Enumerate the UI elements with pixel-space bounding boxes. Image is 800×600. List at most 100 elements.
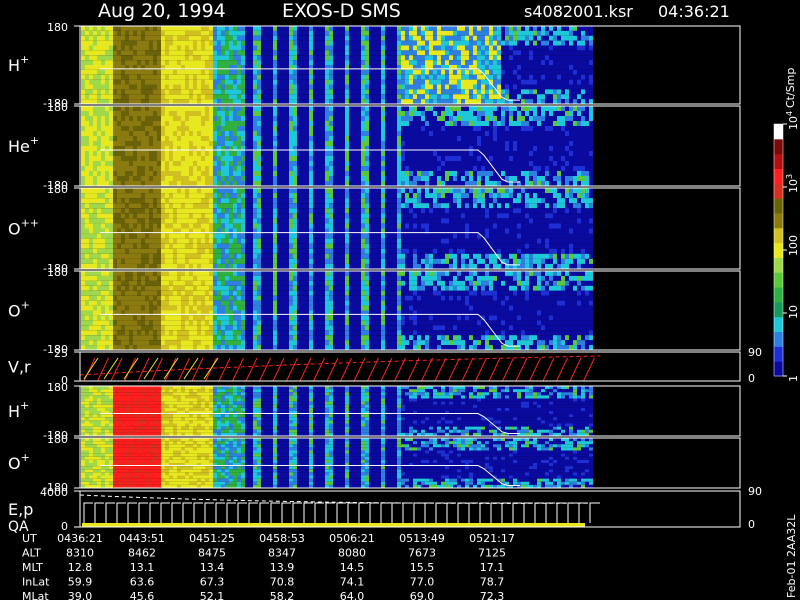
heatmap-cell bbox=[325, 89, 329, 95]
heatmap-cell bbox=[153, 69, 157, 75]
heatmap-cell bbox=[137, 30, 141, 36]
heatmap-cell bbox=[221, 161, 225, 166]
heatmap-cell bbox=[273, 99, 277, 104]
heatmap-cell bbox=[121, 218, 125, 224]
heatmap-cell bbox=[401, 126, 405, 131]
heatmap-cell bbox=[449, 166, 453, 171]
heatmap-cell bbox=[577, 65, 581, 70]
heatmap-cell bbox=[541, 30, 545, 36]
heatmap-cell bbox=[449, 141, 453, 146]
heatmap-cell bbox=[137, 171, 141, 176]
heatmap-cell bbox=[245, 198, 249, 204]
heatmap-cell bbox=[477, 161, 481, 166]
heatmap-cell bbox=[457, 131, 461, 136]
heatmap-cell bbox=[97, 253, 101, 259]
heatmap-cell bbox=[173, 40, 177, 46]
heatmap-cell bbox=[237, 69, 241, 75]
heatmap-cell bbox=[129, 263, 133, 269]
heatmap-cell bbox=[281, 166, 285, 171]
heatmap-cell bbox=[429, 141, 433, 146]
heatmap-cell bbox=[109, 89, 113, 95]
heatmap-cell bbox=[221, 208, 225, 214]
heatmap-cell bbox=[569, 181, 573, 186]
heatmap-cell bbox=[157, 136, 161, 141]
heatmap-cell bbox=[473, 35, 477, 41]
heatmap-cell bbox=[421, 106, 425, 111]
heatmap-cell bbox=[461, 55, 465, 61]
heatmap-cell bbox=[481, 111, 485, 116]
heatmap-cell bbox=[481, 55, 485, 61]
heatmap-cell bbox=[561, 94, 565, 100]
heatmap-cell bbox=[589, 35, 593, 41]
heatmap-cell bbox=[589, 176, 593, 181]
heatmap-cell bbox=[137, 94, 141, 100]
heatmap-cell bbox=[461, 84, 465, 90]
heatmap-cell bbox=[193, 136, 197, 141]
heatmap-cell bbox=[485, 116, 489, 121]
panel-0: 180-180H+ bbox=[8, 21, 741, 110]
heatmap-cell bbox=[265, 193, 269, 199]
heatmap-cell bbox=[213, 45, 217, 51]
heatmap-cell bbox=[421, 84, 425, 90]
heatmap-cell bbox=[101, 89, 105, 95]
heatmap-cell bbox=[345, 50, 349, 56]
heatmap-cell bbox=[385, 40, 389, 46]
heatmap-cell bbox=[433, 55, 437, 61]
heatmap-cell bbox=[517, 60, 521, 65]
heatmap-cell bbox=[405, 166, 409, 171]
heatmap-cell bbox=[177, 218, 181, 224]
heatmap-cell bbox=[521, 116, 525, 121]
heatmap-cell bbox=[345, 55, 349, 61]
heatmap-cell bbox=[161, 243, 165, 249]
heatmap-cell bbox=[301, 50, 305, 56]
heatmap-cell bbox=[93, 248, 97, 254]
heatmap-cell bbox=[309, 106, 313, 111]
heatmap-cell bbox=[381, 121, 385, 126]
heatmap-cell bbox=[257, 99, 261, 104]
heatmap-cell bbox=[157, 218, 161, 224]
heatmap-cell bbox=[393, 35, 397, 41]
heatmap-cell bbox=[397, 161, 401, 166]
heatmap-cell bbox=[401, 69, 405, 75]
heatmap-cell bbox=[141, 111, 145, 116]
heatmap-cell bbox=[337, 69, 341, 75]
heatmap-cell bbox=[469, 151, 473, 156]
heatmap-cell bbox=[125, 248, 129, 254]
heatmap-cell bbox=[569, 89, 573, 95]
heatmap-cell bbox=[141, 55, 145, 61]
heatmap-cell bbox=[185, 218, 189, 224]
heatmap-cell bbox=[125, 60, 129, 65]
heatmap-cell bbox=[553, 69, 557, 75]
heatmap-cell bbox=[297, 253, 301, 259]
heatmap-cell bbox=[93, 243, 97, 249]
heatmap-cell bbox=[385, 45, 389, 51]
heatmap-cell bbox=[109, 60, 113, 65]
heatmap-cell bbox=[521, 89, 525, 95]
heatmap-cell bbox=[93, 253, 97, 259]
heatmap-cell bbox=[457, 121, 461, 126]
heatmap-cell bbox=[245, 40, 249, 46]
heatmap-cell bbox=[93, 136, 97, 141]
heatmap-cell bbox=[285, 89, 289, 95]
heatmap-cell bbox=[433, 79, 437, 85]
heatmap-cell bbox=[157, 55, 161, 61]
heatmap-cell bbox=[361, 181, 365, 186]
heatmap-cell bbox=[101, 253, 105, 259]
heatmap-cell bbox=[221, 116, 225, 121]
heatmap-cell bbox=[473, 30, 477, 36]
heatmap-cell bbox=[149, 193, 153, 199]
heatmap-cell bbox=[265, 238, 269, 244]
heatmap-cell bbox=[109, 55, 113, 61]
heatmap-cell bbox=[497, 99, 501, 104]
heatmap-cell bbox=[289, 151, 293, 156]
heatmap-cell bbox=[113, 213, 117, 219]
heatmap-cell bbox=[397, 141, 401, 146]
heatmap-cell bbox=[185, 84, 189, 90]
heatmap-cell bbox=[173, 45, 177, 51]
heatmap-cell bbox=[481, 89, 485, 95]
heatmap-cell bbox=[105, 223, 109, 229]
heatmap-cell bbox=[213, 40, 217, 46]
heatmap-cell bbox=[425, 45, 429, 51]
heatmap-cell bbox=[93, 146, 97, 151]
heatmap-cell bbox=[461, 171, 465, 176]
